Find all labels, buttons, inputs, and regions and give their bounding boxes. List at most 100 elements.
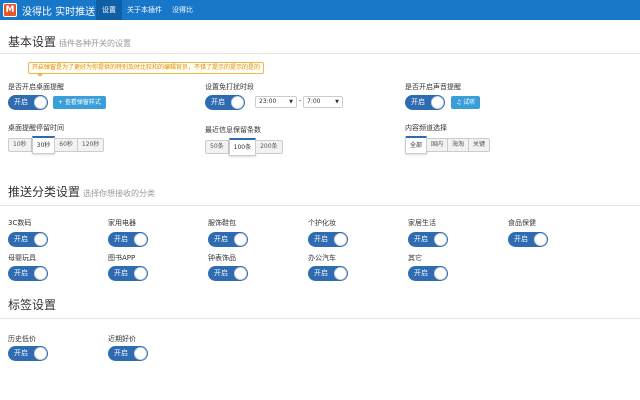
toggle-knob <box>34 96 47 109</box>
toggle-text: 开启 <box>14 98 28 106</box>
keep-200[interactable]: 200条 <box>256 140 283 154</box>
category-label: 食品保健 <box>508 219 536 227</box>
stay-60s[interactable]: 60秒 <box>55 138 78 152</box>
category-toggle-apparel[interactable]: 开启 <box>208 232 248 247</box>
caret-down-icon: ▼ <box>289 99 293 105</box>
test-sound-button[interactable]: ♫ 试听 <box>451 96 481 109</box>
toggle-text: 开启 <box>414 235 428 243</box>
tooltip: 开启弹窗是为了更好为你提供的特别及时比较和的编辑官员，不错了提示的提示的是的 <box>28 62 265 77</box>
category-toggle-office[interactable]: 开启 <box>308 266 348 281</box>
category-label: 家居生活 <box>408 219 436 227</box>
toggle-knob <box>334 233 347 246</box>
toggle-knob <box>234 233 247 246</box>
section-heading: 基本设置 <box>8 35 57 49</box>
category-label: 图书APP <box>108 254 136 262</box>
toggle-text: 开启 <box>14 269 28 277</box>
toggle-text: 开启 <box>214 269 228 277</box>
basic-settings-title: 基本设置 插件各种开关的设置 <box>8 33 131 50</box>
brand-title: 没得比 实时推送 <box>22 6 96 18</box>
toggle-text: 开启 <box>314 235 328 243</box>
toggle-knob <box>431 96 444 109</box>
category-label: 其它 <box>408 254 422 262</box>
toggle-text: 开启 <box>14 235 28 243</box>
toggle-text: 开启 <box>411 98 425 106</box>
toggle-knob <box>234 267 247 280</box>
channel-label: 内容频道选择 <box>405 124 447 132</box>
tag-label: 近期好价 <box>108 335 136 343</box>
channel-domestic[interactable]: 国内 <box>427 138 449 152</box>
select-value: 7:00 <box>307 98 321 105</box>
category-label: 个护化妆 <box>308 219 336 227</box>
toggle-knob <box>334 267 347 280</box>
desktop-notify-label: 是否开启桌面提醒 <box>8 83 64 91</box>
stay-time-label: 桌面提醒停留时间 <box>8 124 64 132</box>
toggle-text: 开启 <box>214 235 228 243</box>
stay-30s[interactable]: 30秒 <box>31 136 56 154</box>
nav-about[interactable]: 关于本插件 <box>121 0 168 20</box>
quiet-start-select[interactable]: 23:00 ▼ <box>255 96 297 108</box>
stay-10s[interactable]: 10秒 <box>8 138 32 152</box>
category-label: 办公汽车 <box>308 254 336 262</box>
category-toggle-food[interactable]: 开启 <box>508 232 548 247</box>
category-toggle-watches[interactable]: 开启 <box>208 266 248 281</box>
sound-label: 是否开启声音提醒 <box>405 83 461 91</box>
nav-meidebi[interactable]: 没得比 <box>166 0 199 20</box>
sound-toggle[interactable]: 开启 <box>405 95 445 110</box>
section-heading: 标签设置 <box>8 298 57 312</box>
keep-count-group: 50条 100条 200条 <box>205 138 283 156</box>
top-navbar: M 没得比 实时推送 设置 关于本插件 没得比 <box>0 0 640 20</box>
category-toggle-home[interactable]: 开启 <box>408 232 448 247</box>
toggle-text: 开启 <box>14 349 28 357</box>
toggle-text: 开启 <box>114 235 128 243</box>
tag-toggle-recent-good[interactable]: 开启 <box>108 346 148 361</box>
keep-100[interactable]: 100条 <box>228 138 257 156</box>
toggle-knob <box>434 267 447 280</box>
category-label: 家用电器 <box>108 219 136 227</box>
toggle-knob <box>231 96 244 109</box>
brand[interactable]: M 没得比 实时推送 <box>3 2 95 18</box>
category-toggle-appliance[interactable]: 开启 <box>108 232 148 247</box>
select-value: 23:00 <box>259 98 277 105</box>
nav-settings[interactable]: 设置 <box>96 0 122 20</box>
divider <box>0 53 640 54</box>
tag-toggle-history-low[interactable]: 开启 <box>8 346 48 361</box>
toggle-text: 开启 <box>114 269 128 277</box>
channel-overseas[interactable]: 海淘 <box>448 138 470 152</box>
toggle-text: 开启 <box>514 235 528 243</box>
category-toggle-other[interactable]: 开启 <box>408 266 448 281</box>
category-label: 服饰鞋包 <box>208 219 236 227</box>
keep-50[interactable]: 50条 <box>205 140 229 154</box>
channel-keyword[interactable]: 关键 <box>469 138 491 152</box>
divider <box>0 318 640 319</box>
channel-group: 全部 国内 海淘 关键 <box>405 136 491 154</box>
category-label: 3C数码 <box>8 219 32 227</box>
channel-all[interactable]: 全部 <box>405 136 428 154</box>
stay-time-group: 10秒 30秒 60秒 120秒 <box>8 136 105 154</box>
category-toggle-3c[interactable]: 开启 <box>8 232 48 247</box>
category-toggle-beauty[interactable]: 开启 <box>308 232 348 247</box>
quiet-end-select[interactable]: 7:00 ▼ <box>303 96 343 108</box>
time-separator: - <box>299 97 302 105</box>
preview-popup-button[interactable]: + 查看弹窗样式 <box>53 96 106 109</box>
toggle-knob <box>34 267 47 280</box>
toggle-text: 开启 <box>314 269 328 277</box>
section-subtitle: 选择你想接收的分类 <box>83 189 156 198</box>
tag-settings-title: 标签设置 <box>8 296 56 313</box>
desktop-notify-toggle[interactable]: 开启 <box>8 95 48 110</box>
category-label: 母婴玩具 <box>8 254 36 262</box>
toggle-text: 开启 <box>114 349 128 357</box>
toggle-knob <box>134 347 147 360</box>
quiet-time-toggle[interactable]: 开启 <box>205 95 245 110</box>
keep-count-label: 最近信息保留条数 <box>205 126 261 134</box>
toggle-knob <box>134 267 147 280</box>
category-toggle-baby[interactable]: 开启 <box>8 266 48 281</box>
category-label: 钟表饰品 <box>208 254 236 262</box>
toggle-knob <box>34 233 47 246</box>
category-toggle-books[interactable]: 开启 <box>108 266 148 281</box>
push-settings-title: 推送分类设置 选择你想接收的分类 <box>8 183 155 200</box>
divider <box>0 205 640 206</box>
toggle-knob <box>34 347 47 360</box>
stay-120s[interactable]: 120秒 <box>77 138 105 152</box>
toggle-knob <box>134 233 147 246</box>
caret-down-icon: ▼ <box>335 99 339 105</box>
